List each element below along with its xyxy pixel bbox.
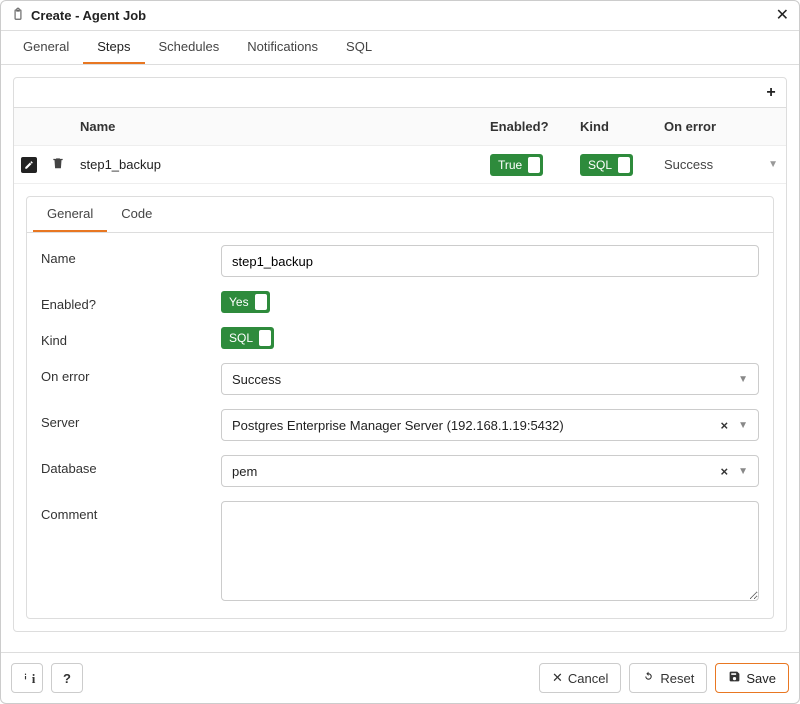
info-button[interactable]: i (11, 663, 43, 693)
save-button[interactable]: Save (715, 663, 789, 693)
col-onerror: On error (656, 119, 786, 134)
edit-row-button[interactable] (21, 157, 37, 173)
toggle-knob (259, 330, 271, 346)
comment-label: Comment (41, 501, 221, 522)
col-name: Name (72, 119, 486, 134)
tab-steps[interactable]: Steps (83, 31, 144, 64)
toggle-knob (618, 157, 630, 173)
chevron-down-icon: ▼ (738, 466, 748, 477)
step-detail-panel: General Code Name Enabled? Y (26, 196, 774, 619)
tab-sql[interactable]: SQL (332, 31, 386, 64)
question-icon: ? (63, 671, 71, 686)
chevron-down-icon: ▼ (738, 374, 748, 385)
grid-header: Name Enabled? Kind On error (14, 108, 786, 146)
pencil-icon (24, 160, 34, 170)
onerror-label: On error (41, 363, 221, 384)
col-kind: Kind (576, 119, 656, 134)
dialog-body: + Name Enabled? Kind On error (1, 65, 799, 652)
enabled-label: Enabled? (41, 291, 221, 312)
row-kind-toggle[interactable]: SQL (580, 154, 633, 176)
step-form: Name Enabled? Yes (27, 233, 773, 604)
clear-server-button[interactable]: × (721, 418, 729, 433)
comment-textarea[interactable] (221, 501, 759, 601)
toggle-knob (255, 294, 267, 310)
dialog-footer: i ? ✕ Cancel Reset Save (1, 652, 799, 703)
recycle-icon (642, 670, 655, 686)
row-name: step1_backup (72, 157, 486, 172)
row-onerror-select[interactable]: Success ▼ (664, 157, 778, 172)
chevron-down-icon: ▼ (768, 159, 778, 170)
clipboard-icon (11, 7, 25, 24)
save-icon (728, 670, 741, 686)
toggle-knob (528, 157, 540, 173)
close-button[interactable]: ✕ (776, 8, 789, 24)
kind-label: Kind (41, 327, 221, 348)
cancel-button[interactable]: ✕ Cancel (539, 663, 621, 693)
clear-database-button[interactable]: × (721, 464, 729, 479)
server-select[interactable]: Postgres Enterprise Manager Server (192.… (221, 409, 759, 441)
tab-notifications[interactable]: Notifications (233, 31, 332, 64)
col-enabled: Enabled? (486, 119, 576, 134)
delete-row-button[interactable] (51, 156, 65, 173)
trash-icon (51, 156, 65, 170)
chevron-down-icon: ▼ (738, 420, 748, 431)
steps-grid: + Name Enabled? Kind On error (13, 77, 787, 632)
sub-tabs: General Code (27, 197, 773, 233)
add-step-button[interactable]: + (756, 84, 786, 102)
close-icon: ✕ (552, 670, 563, 686)
database-select[interactable]: pem × ▼ (221, 455, 759, 487)
tab-schedules[interactable]: Schedules (145, 31, 234, 64)
dialog-title: Create - Agent Job (31, 8, 146, 23)
row-enabled-toggle[interactable]: True (490, 154, 543, 176)
enabled-toggle[interactable]: Yes (221, 291, 270, 313)
subtab-general[interactable]: General (33, 197, 107, 232)
dialog-titlebar: Create - Agent Job ✕ (1, 1, 799, 31)
server-label: Server (41, 409, 221, 430)
table-row: step1_backup True SQL Success ▼ (14, 146, 786, 184)
name-label: Name (41, 245, 221, 266)
help-button[interactable]: ? (51, 663, 83, 693)
name-input[interactable] (221, 245, 759, 277)
database-label: Database (41, 455, 221, 476)
onerror-select[interactable]: Success ▼ (221, 363, 759, 395)
grid-toolbar: + (14, 78, 786, 108)
subtab-code[interactable]: Code (107, 197, 166, 232)
tab-general[interactable]: General (9, 31, 83, 64)
reset-button[interactable]: Reset (629, 663, 707, 693)
info-icon: i (19, 670, 36, 687)
kind-toggle[interactable]: SQL (221, 327, 274, 349)
create-agent-job-dialog: Create - Agent Job ✕ General Steps Sched… (0, 0, 800, 704)
main-tabs: General Steps Schedules Notifications SQ… (1, 31, 799, 65)
